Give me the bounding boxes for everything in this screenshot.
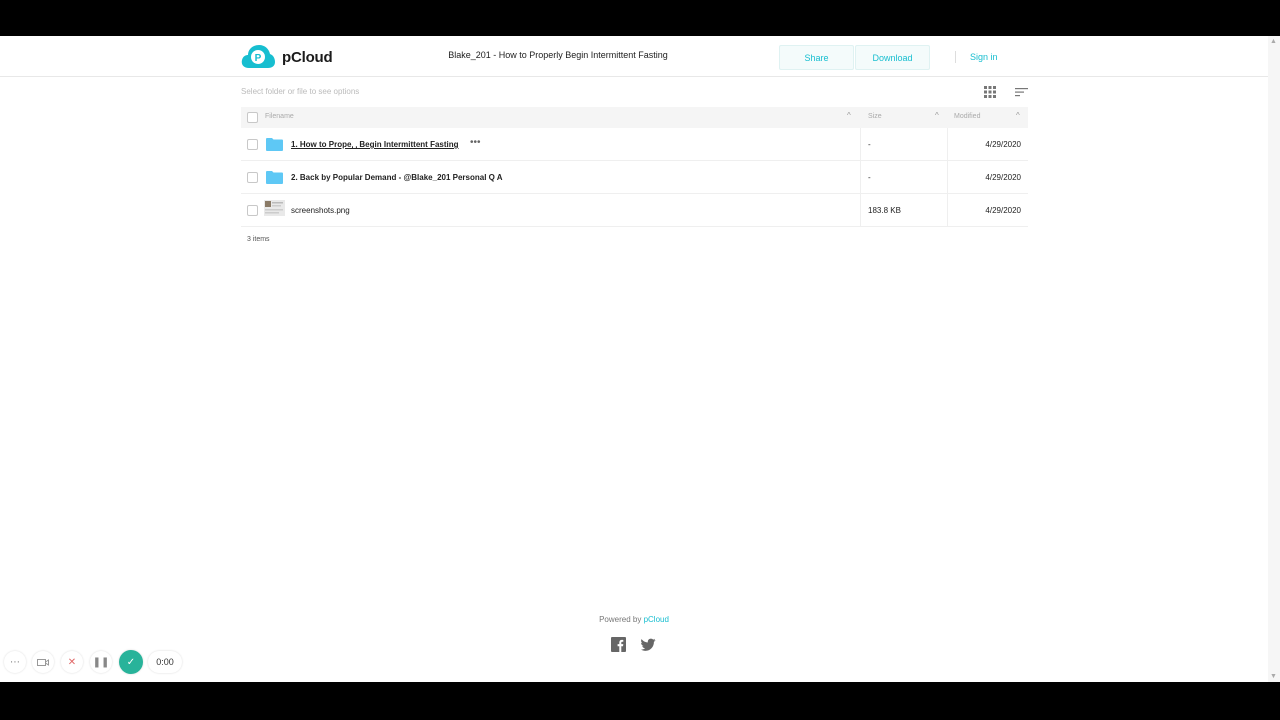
powered-brand-link[interactable]: pCloud <box>644 615 669 624</box>
twitter-icon[interactable] <box>641 637 656 652</box>
more-options-icon[interactable]: ••• <box>470 137 481 148</box>
file-modified: 4/29/2020 <box>947 128 1028 161</box>
scroll-down-icon[interactable]: ▼ <box>1270 673 1277 680</box>
recording-timer: 0:00 <box>148 651 182 673</box>
table-row[interactable]: 2. Back by Popular Demand - @Blake_201 P… <box>241 161 1028 194</box>
table-row[interactable]: 1. How to Prope␣ Begin Intermittent Fast… <box>241 128 1028 161</box>
divider <box>955 51 956 63</box>
table-header: Filename ^ Size ^ Modified ^ <box>241 107 1028 128</box>
image-thumbnail-icon <box>264 200 285 216</box>
select-all-checkbox[interactable] <box>247 112 258 123</box>
file-size: 183.8 KB <box>860 194 946 227</box>
file-name[interactable]: 1. How to Prope␣ Begin Intermittent Fast… <box>291 140 459 149</box>
sort-size-icon[interactable]: ^ <box>935 111 939 120</box>
file-name[interactable]: 2. Back by Popular Demand - @Blake_201 P… <box>291 173 503 182</box>
file-modified: 4/29/2020 <box>947 194 1028 227</box>
camera-icon[interactable] <box>32 651 54 673</box>
facebook-icon[interactable] <box>611 637 626 652</box>
file-name[interactable]: screenshots.png <box>291 206 350 215</box>
sort-modified-icon[interactable]: ^ <box>1016 111 1020 120</box>
top-bar: P pCloud Blake_201 - How to Properly Beg… <box>0 36 1268 77</box>
pcloud-logo[interactable]: P pCloud <box>241 44 333 70</box>
file-table: Filename ^ Size ^ Modified ^ 1. How to P… <box>241 107 1028 227</box>
file-size: - <box>860 161 946 194</box>
file-modified: 4/29/2020 <box>947 161 1028 194</box>
share-button[interactable]: Share <box>779 45 854 70</box>
page-scrollbar[interactable]: ▲ ▼ <box>1268 36 1280 682</box>
page-title: Blake_201 - How to Properly Begin Interm… <box>448 50 668 60</box>
row-checkbox[interactable] <box>247 139 258 150</box>
pcloud-cloud-icon: P <box>241 45 275 68</box>
column-size[interactable]: Size <box>868 113 882 120</box>
download-button[interactable]: Download <box>855 45 930 70</box>
column-modified[interactable]: Modified <box>954 113 980 120</box>
sign-in-link[interactable]: Sign in <box>970 52 998 62</box>
row-checkbox[interactable] <box>247 205 258 216</box>
pause-icon[interactable]: ❚❚ <box>90 651 112 673</box>
powered-by: Powered by pCloud <box>0 615 1268 624</box>
folder-icon <box>266 171 283 184</box>
selection-hint: Select folder or file to see options <box>241 87 360 96</box>
table-row[interactable]: screenshots.png 183.8 KB 4/29/2020 <box>241 194 1028 227</box>
row-checkbox[interactable] <box>247 172 258 183</box>
folder-icon <box>266 138 283 151</box>
recorder-more-icon[interactable]: ⋯ <box>4 651 26 673</box>
cancel-recording-icon[interactable]: ✕ <box>61 651 83 673</box>
scroll-up-icon[interactable]: ▲ <box>1270 38 1277 45</box>
item-count: 3 items <box>247 236 270 243</box>
powered-prefix: Powered by <box>599 615 642 624</box>
finish-recording-icon[interactable]: ✓ <box>119 650 143 674</box>
column-filename[interactable]: Filename <box>265 113 294 120</box>
sort-icon[interactable] <box>1015 86 1028 98</box>
svg-text:P: P <box>255 53 262 64</box>
grid-view-icon[interactable] <box>984 86 996 98</box>
file-size: - <box>860 128 946 161</box>
brand-name: pCloud <box>282 48 333 66</box>
sort-asc-icon[interactable]: ^ <box>847 111 851 120</box>
browser-page: P pCloud Blake_201 - How to Properly Beg… <box>0 36 1280 682</box>
